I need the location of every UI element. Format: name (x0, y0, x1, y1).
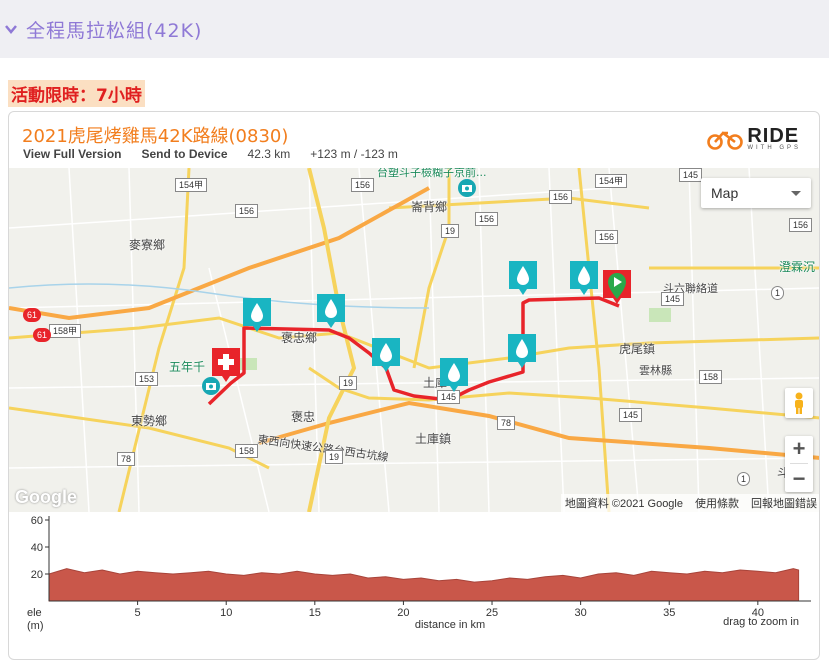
y-tick-label: 20 (31, 569, 43, 581)
report-error-link[interactable]: 回報地圖錯誤 (751, 495, 817, 511)
route-distance: 42.3 km (247, 147, 291, 161)
pegman-button[interactable] (785, 388, 813, 418)
route-embed-card: 2021虎尾烤雞馬42K路線(0830) View Full Version S… (8, 111, 820, 660)
zoom-control: + − (785, 436, 813, 492)
x-tick-label: 35 (663, 607, 675, 619)
map-label: 東勢鄉 (131, 414, 168, 428)
road-shield: 154甲 (595, 174, 628, 188)
bicycle-icon (707, 131, 744, 150)
time-limit-badge: 活動限時：7小時 (8, 80, 145, 107)
logo-sub: WITH GPS (747, 145, 801, 151)
road-shield: 145 (661, 292, 685, 306)
road-shield: 156 (549, 190, 573, 204)
medical-station-icon[interactable] (212, 348, 240, 382)
distance-axis-label: distance in km (415, 619, 485, 631)
road-shield: 1 (771, 286, 785, 300)
map-label: 雲林縣 (639, 364, 672, 377)
road-shield: 153 (135, 372, 159, 386)
road-shield: 78 (497, 416, 516, 430)
map-type-select[interactable]: Map (701, 178, 811, 208)
route-meta: View Full Version Send to Device 42.3 km… (23, 147, 418, 161)
road-shield: 156 (595, 230, 619, 244)
map-data-credit: 地圖資料 ©2021 Google (564, 498, 683, 510)
road-shield: 145 (619, 408, 643, 422)
road-shield: 156 (475, 212, 499, 226)
water-station-icon[interactable] (317, 294, 345, 328)
google-logo: Google (15, 487, 77, 507)
zoom-in-button[interactable]: + (793, 437, 806, 461)
terms-link[interactable]: 使用條款 (695, 495, 739, 511)
view-full-version-link[interactable]: View Full Version (23, 147, 121, 161)
elevation-axis-unit: (m) (27, 620, 44, 632)
zoom-out-button[interactable]: − (793, 466, 806, 491)
map-label: 虎尾鎮 (619, 342, 656, 356)
road-shield: 145 (679, 168, 703, 182)
zoom-divider (790, 463, 808, 465)
route-elevation: +123 m / -123 m (310, 147, 398, 161)
road-shield: 154甲 (175, 178, 208, 192)
route-map[interactable]: 麥寮鄉 褒忠鄉 五年千 東勢鄉 褒忠 土庫鎮 土庫 虎尾鎮 崙背鄉 雲林縣 東西… (9, 168, 819, 512)
section-header[interactable]: 全程馬拉松組(42K) (0, 0, 829, 58)
map-attribution: 地圖資料 ©2021 Google 使用條款 回報地圖錯誤 (560, 494, 819, 512)
ridewithgps-logo[interactable]: RIDE WITH GPS (707, 125, 801, 151)
route-title[interactable]: 2021虎尾烤雞馬42K路線(0830) (22, 122, 288, 148)
map-label: 五年千 (169, 360, 206, 374)
camera-icon[interactable] (457, 178, 477, 198)
map-label: 褒忠鄉 (281, 331, 318, 345)
road-shield: 19 (339, 376, 358, 390)
road-shield: 145 (437, 390, 461, 404)
elevation-area (48, 568, 800, 602)
logo-word: RIDE (747, 125, 800, 147)
water-station-icon[interactable] (509, 261, 537, 295)
chevron-down-icon (5, 25, 17, 34)
road-shield: 61 (33, 328, 52, 342)
road-shield: 156 (789, 218, 813, 232)
y-tick-label: 40 (31, 542, 43, 554)
road-shield: 158 (699, 370, 723, 384)
water-station-icon[interactable] (570, 261, 598, 295)
start-finish-icon[interactable] (603, 270, 631, 304)
road-shield: 156 (351, 178, 375, 192)
map-label: 土庫鎮 (415, 432, 452, 446)
x-tick-label: 10 (220, 607, 232, 619)
map-label: 崙背鄉 (411, 200, 448, 214)
send-to-device-link[interactable]: Send to Device (141, 147, 227, 161)
map-label: 澄霖沉 (779, 260, 816, 274)
section-title: 全程馬拉松組(42K) (26, 19, 203, 42)
water-station-icon[interactable] (372, 338, 400, 372)
map-type-label: Map (711, 185, 739, 201)
map-label: 褒忠 (291, 410, 316, 424)
water-station-icon[interactable] (440, 358, 468, 392)
x-tick-label: 5 (135, 607, 141, 619)
x-tick-label: 15 (309, 607, 321, 619)
elevation-axis-label: ele (27, 607, 42, 619)
x-tick-label: 30 (575, 607, 587, 619)
road-shield: 158 (235, 444, 259, 458)
zoom-hint: drag to zoom in (723, 616, 799, 628)
road-shield: 19 (325, 450, 344, 464)
water-station-icon[interactable] (508, 334, 536, 368)
road-shield: 158甲 (49, 324, 82, 338)
road-shield: 19 (441, 224, 460, 238)
chevron-down-icon (791, 190, 801, 196)
road-shield: 61 (23, 308, 42, 322)
pegman-icon (795, 392, 803, 414)
water-station-icon[interactable] (243, 298, 271, 332)
road-shield: 156 (235, 204, 259, 218)
x-tick-label: 20 (397, 607, 409, 619)
elevation-chart[interactable]: 6040205 10 15 20 25 30 35 40ele(m) distance in k… (9, 512, 820, 660)
y-tick-label: 60 (31, 515, 43, 527)
road-shield: 1 (737, 472, 751, 486)
road-shield: 78 (117, 452, 136, 466)
map-label: 麥寮鄉 (129, 238, 166, 252)
x-tick-label: 25 (486, 607, 498, 619)
